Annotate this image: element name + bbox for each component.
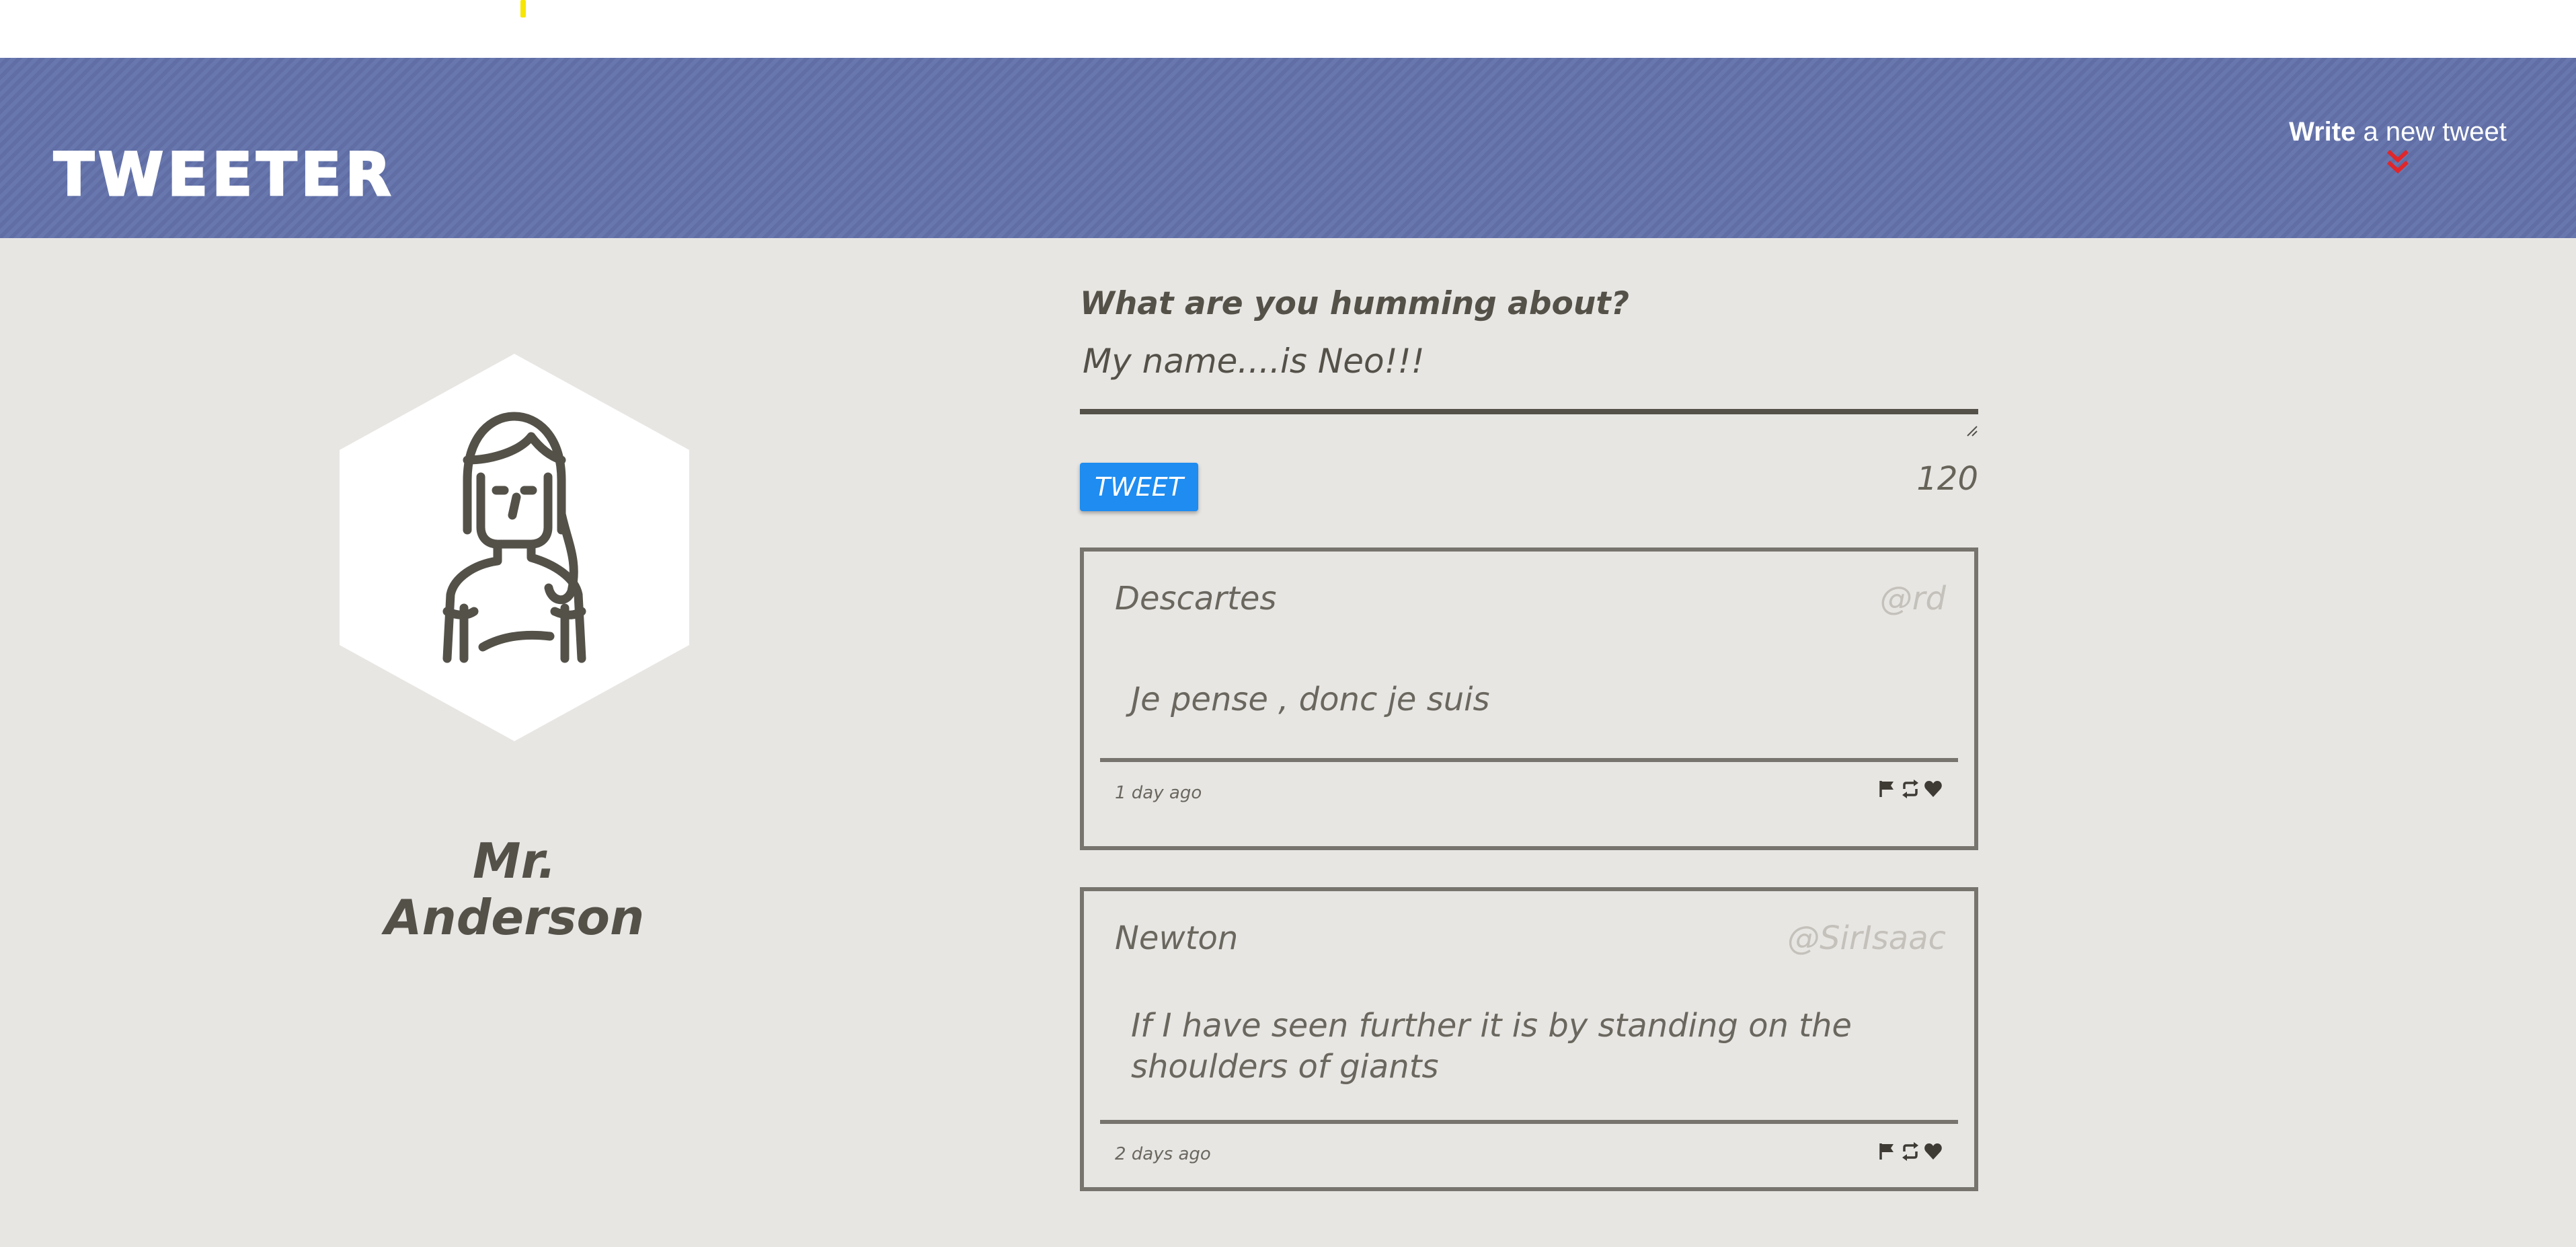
woman-avatar-icon bbox=[340, 354, 689, 741]
flag-icon[interactable] bbox=[1877, 779, 1898, 799]
tweet-divider bbox=[1100, 758, 1958, 762]
compose-toggle-button[interactable]: Write a new tweet bbox=[2270, 117, 2526, 176]
tweet-body: If I have seen further it is by standing… bbox=[1131, 1007, 1852, 1086]
compose-toggle-text: a new tweet bbox=[2355, 117, 2507, 147]
composer-label: What are you humming about? bbox=[1080, 285, 1630, 322]
retweet-icon[interactable] bbox=[1900, 1141, 1920, 1162]
flag-icon[interactable] bbox=[1877, 1141, 1898, 1162]
tweet-author-name: Newton bbox=[1115, 919, 1239, 957]
tweet-text-input[interactable]: My name....is Neo!!! bbox=[1080, 338, 1978, 414]
page: TWEETER Write a new tweet Mr. Anderson W… bbox=[0, 0, 2576, 1247]
tweet-author-handle: @rd bbox=[1879, 580, 1946, 617]
character-counter: 120 bbox=[1916, 460, 1978, 498]
tweet-card: Descartes @rd Je pense , donc je suis 1 … bbox=[1080, 547, 1978, 850]
compose-toggle-strong: Write bbox=[2289, 117, 2356, 147]
chevron-double-down-icon bbox=[2386, 149, 2409, 174]
tweet-body: Je pense , donc je suis bbox=[1131, 681, 1490, 718]
top-strip bbox=[0, 0, 2576, 58]
brand-logo[interactable]: TWEETER bbox=[52, 144, 395, 205]
heart-icon[interactable] bbox=[1923, 1141, 1943, 1162]
resize-grip-icon[interactable] bbox=[1965, 424, 1978, 437]
profile-name: Mr. Anderson bbox=[384, 833, 645, 946]
tweet-author-handle: @SirIsaac bbox=[1787, 919, 1946, 957]
tweet-card: Newton @SirIsaac If I have seen further … bbox=[1080, 887, 1978, 1191]
tweet-button[interactable]: TWEET bbox=[1080, 463, 1198, 511]
tweet-author-name: Descartes bbox=[1115, 580, 1277, 617]
tweet-divider bbox=[1100, 1120, 1958, 1124]
text-cursor-marker bbox=[520, 0, 526, 17]
main-content: Mr. Anderson What are you humming about?… bbox=[0, 238, 2576, 1247]
heart-icon[interactable] bbox=[1923, 779, 1943, 799]
tweet-actions bbox=[1877, 779, 1943, 799]
navbar: TWEETER Write a new tweet bbox=[0, 58, 2576, 238]
tweet-timestamp: 1 day ago bbox=[1115, 783, 1202, 803]
tweet-timestamp: 2 days ago bbox=[1115, 1144, 1211, 1164]
retweet-icon[interactable] bbox=[1900, 779, 1920, 799]
tweet-actions bbox=[1877, 1141, 1943, 1162]
